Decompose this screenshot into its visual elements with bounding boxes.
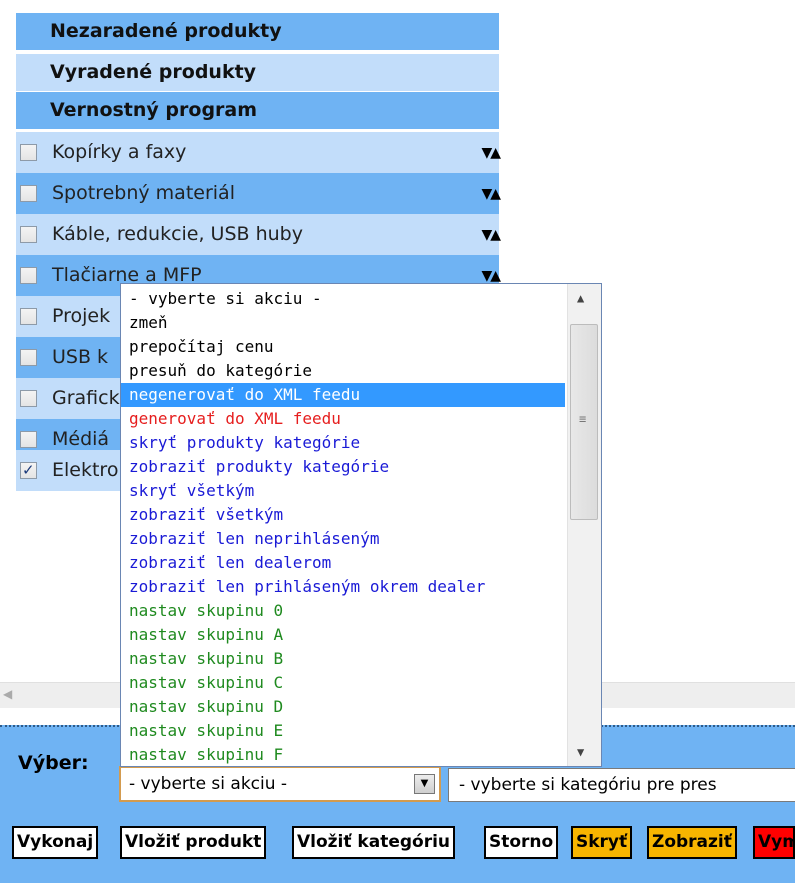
dropdown-option[interactable]: zmeň — [121, 311, 565, 335]
dropdown-option[interactable]: nastav skupinu A — [121, 623, 565, 647]
storno-button[interactable]: Storno — [484, 826, 559, 859]
dropdown-option-selected[interactable]: negenerovať do XML feedu — [121, 383, 565, 407]
category-label[interactable]: Spotrebný materiál — [52, 173, 235, 214]
dropdown-option[interactable]: - vyberte si akciu - — [121, 287, 565, 311]
category-header-vyradene[interactable]: Vyradené produkty — [16, 54, 499, 91]
category-label[interactable]: Káble, redukcie, USB huby — [52, 214, 303, 255]
dropdown-option[interactable]: nastav skupinu B — [121, 647, 565, 671]
category-label[interactable]: Projek — [52, 296, 110, 337]
category-row-kopirky[interactable]: Kopírky a faxy ▼▲ — [16, 132, 501, 174]
dropdown-scrollbar[interactable]: ▲ ≡ ▼ — [567, 284, 601, 766]
scroll-down-icon[interactable]: ▼ — [577, 745, 584, 759]
dropdown-option[interactable]: zobraziť produkty kategórie — [121, 455, 565, 479]
action-select[interactable]: - vyberte si akciu - ▼ — [119, 766, 441, 802]
category-checkbox[interactable] — [20, 226, 37, 243]
category-header-nezaradene[interactable]: Nezaradené produkty — [16, 13, 499, 50]
dropdown-option[interactable]: zobraziť všetkým — [121, 503, 565, 527]
category-label[interactable]: Kopírky a faxy — [52, 132, 186, 173]
grip-icon: ≡ — [579, 412, 587, 426]
skryt-button[interactable]: Skryť — [571, 826, 633, 859]
dropdown-option[interactable]: skryť všetkým — [121, 479, 565, 503]
action-dropdown-list[interactable]: - vyberte si akciu - zmeň prepočítaj cen… — [120, 283, 602, 767]
sort-arrows-icon[interactable]: ▼▲ — [481, 133, 500, 174]
category-select-value: - vyberte si kategóriu pre pres — [459, 775, 717, 795]
dropdown-option[interactable]: skryť produkty kategórie — [121, 431, 565, 455]
checkmark-icon: ✓ — [22, 461, 35, 479]
chevron-down-icon[interactable]: ▼ — [414, 774, 435, 794]
dropdown-option[interactable]: presuň do kategórie — [121, 359, 565, 383]
dropdown-option[interactable]: zobraziť len dealerom — [121, 551, 565, 575]
vykonaj-button[interactable]: Vykonaj — [12, 826, 99, 859]
dropdown-option[interactable]: zobraziť len prihláseným okrem dealer — [121, 575, 565, 599]
scroll-left-icon[interactable]: ◀ — [3, 687, 12, 701]
dropdown-option[interactable]: nastav skupinu 0 — [121, 599, 565, 623]
vymazat-button[interactable]: Vym — [753, 826, 795, 859]
category-select[interactable]: - vyberte si kategóriu pre pres — [448, 768, 795, 802]
category-header-vernostny[interactable]: Vernostný program — [16, 92, 499, 129]
dropdown-option[interactable]: nastav skupinu D — [121, 695, 565, 719]
scrollbar-thumb[interactable]: ≡ — [570, 324, 598, 520]
category-checkbox[interactable] — [20, 267, 37, 284]
category-header-label: Vyradené produkty — [50, 61, 257, 83]
category-checkbox[interactable] — [20, 390, 37, 407]
dropdown-option[interactable]: nastav skupinu F — [121, 743, 565, 766]
category-row-kable[interactable]: Káble, redukcie, USB huby ▼▲ — [16, 214, 501, 256]
category-label[interactable]: USB k — [52, 337, 108, 378]
dropdown-option[interactable]: nastav skupinu C — [121, 671, 565, 695]
category-header-label: Vernostný program — [50, 99, 258, 121]
dropdown-option[interactable]: prepočítaj cenu — [121, 335, 565, 359]
category-label[interactable]: Grafick — [52, 378, 120, 419]
category-checkbox[interactable] — [20, 144, 37, 161]
category-checkbox[interactable] — [20, 308, 37, 325]
category-row-spotrebny[interactable]: Spotrebný materiál ▼▲ — [16, 173, 501, 215]
sort-arrows-icon[interactable]: ▼▲ — [481, 174, 500, 215]
scroll-up-icon[interactable]: ▲ — [577, 291, 584, 305]
category-checkbox[interactable] — [20, 431, 37, 448]
vlozit-produkt-button[interactable]: Vložiť produkt — [120, 826, 267, 859]
zobrazit-button[interactable]: Zobraziť — [647, 826, 737, 859]
dropdown-option[interactable]: generovať do XML feedu — [121, 407, 565, 431]
category-header-label: Nezaradené produkty — [50, 20, 282, 42]
sort-arrows-icon[interactable]: ▼▲ — [481, 215, 500, 256]
action-select-value: - vyberte si akciu - — [129, 774, 288, 794]
dropdown-option[interactable]: nastav skupinu E — [121, 719, 565, 743]
vyber-label: Výber: — [18, 752, 89, 774]
category-checkbox[interactable]: ✓ — [20, 461, 37, 479]
dropdown-option[interactable]: zobraziť len neprihláseným — [121, 527, 565, 551]
category-checkbox[interactable] — [20, 349, 37, 366]
vlozit-kategoriu-button[interactable]: Vložiť kategóriu — [292, 826, 456, 859]
category-label[interactable]: Elektro — [52, 450, 118, 491]
category-checkbox[interactable] — [20, 185, 37, 202]
